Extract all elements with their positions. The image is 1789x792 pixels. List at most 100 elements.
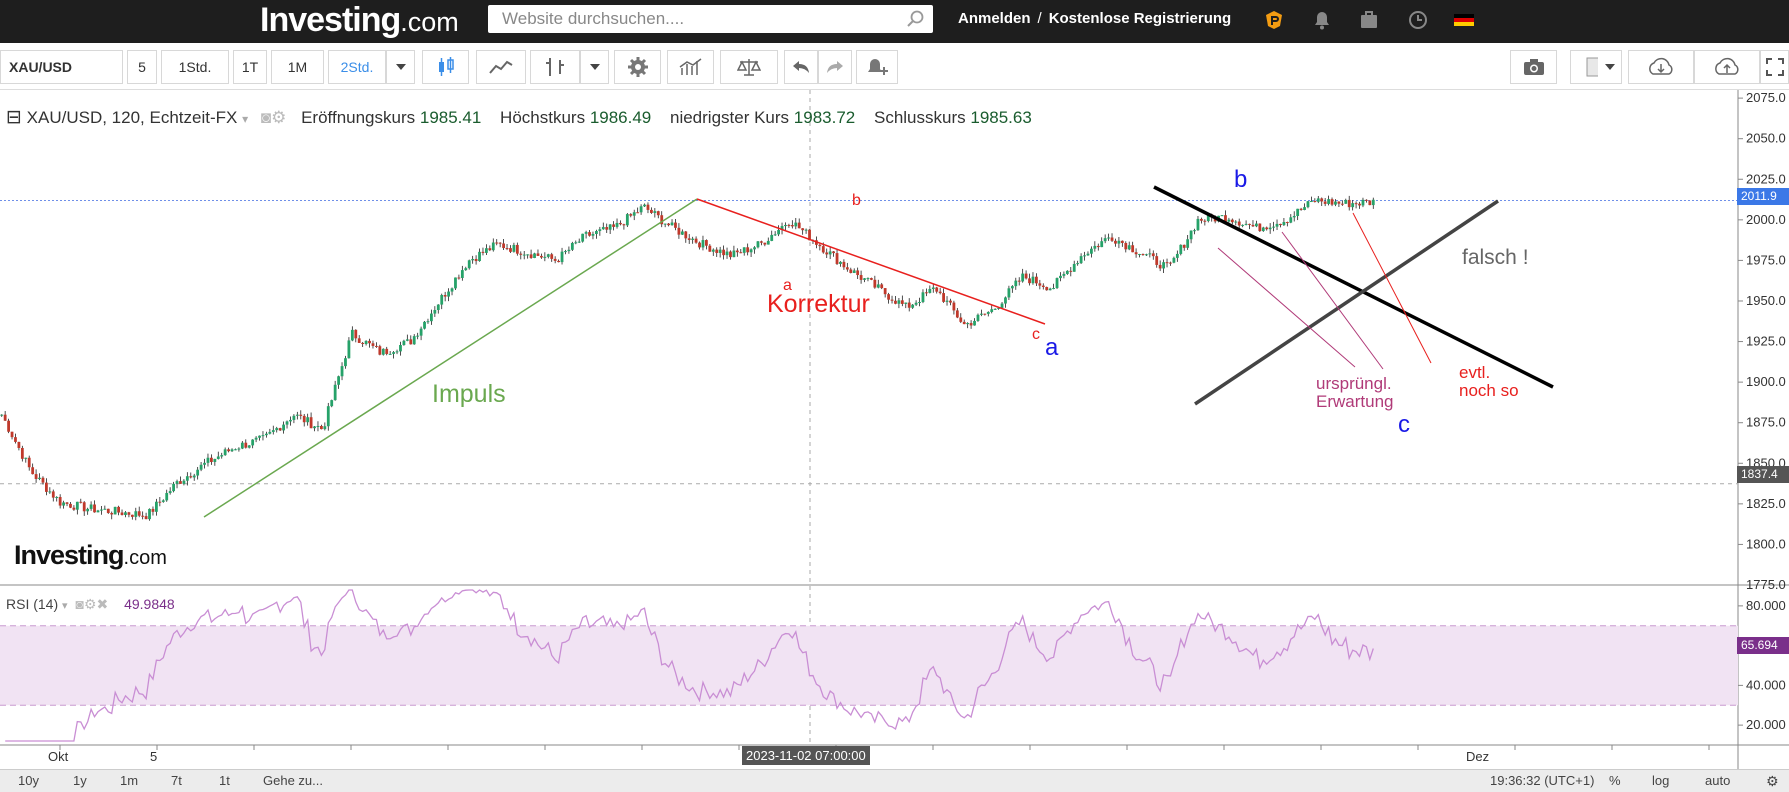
candle-body [309, 417, 313, 429]
candle-body [1275, 223, 1279, 227]
rsi-dropdown-icon[interactable]: ▾ [62, 600, 68, 612]
candle-body [1237, 221, 1241, 226]
candle-body [265, 433, 268, 436]
candle-body [340, 366, 344, 377]
candle-body [818, 244, 822, 247]
candle-body [766, 240, 770, 245]
annotation-impuls: Impuls [432, 380, 506, 408]
candle-body [326, 406, 330, 427]
candle-body [1114, 240, 1117, 244]
time-label-dez: Dez [1466, 749, 1490, 764]
legend-dropdown-icon[interactable]: ▾ [242, 112, 248, 126]
candle-body [430, 313, 433, 322]
candle-body [192, 475, 196, 478]
annotation-evtl-line2: noch so [1459, 381, 1519, 400]
auto-toggle[interactable]: auto [1705, 773, 1730, 788]
candle-body [247, 445, 251, 448]
candle-body [502, 243, 505, 249]
candle-body [89, 504, 93, 509]
candle-body [804, 229, 808, 231]
candle-body [1100, 241, 1104, 248]
bottom-gear-icon[interactable]: ⚙ [1766, 773, 1779, 790]
candle-body [1282, 222, 1286, 226]
candle-body [1351, 203, 1355, 208]
candle-body [1296, 208, 1300, 217]
log-toggle[interactable]: log [1652, 773, 1669, 788]
candle-body [295, 414, 299, 416]
annotation-evtl: evtl. noch so [1459, 364, 1519, 400]
candle-body [1024, 273, 1028, 279]
candle-body [629, 214, 633, 216]
candle-body [1151, 253, 1155, 257]
candle-body [756, 241, 760, 248]
range-1m[interactable]: 1m [120, 773, 138, 788]
candle-body [536, 253, 540, 256]
collapse-icon[interactable]: ⊟ [6, 107, 22, 128]
candle-body [650, 209, 653, 213]
candle-body [254, 437, 258, 440]
candle-body [543, 256, 547, 258]
price-tick-label: 1800.0 [1746, 536, 1786, 551]
percent-toggle[interactable]: % [1609, 773, 1621, 788]
candle-body [436, 304, 440, 311]
candle-body [213, 458, 217, 462]
candle-body [289, 419, 292, 422]
candle-body [1323, 201, 1327, 204]
candle-body [1234, 221, 1238, 223]
range-1y[interactable]: 1y [73, 773, 87, 788]
candle-body [1255, 223, 1258, 227]
candle-body [1179, 244, 1183, 254]
candle-body [210, 457, 213, 462]
candle-body [993, 308, 997, 310]
candle-body [680, 231, 684, 235]
candle-body [62, 502, 65, 506]
candle-body [625, 214, 629, 226]
candle-body [488, 248, 492, 251]
candle-body [925, 292, 928, 294]
candle-body [522, 254, 526, 256]
candle-body [65, 502, 69, 504]
candle-body [509, 248, 512, 252]
candle-body [955, 310, 959, 318]
annotation-evtl-line1: evtl. [1459, 363, 1491, 382]
range-7t[interactable]: 7t [171, 773, 182, 788]
candle-body [1193, 230, 1196, 232]
candle-body [1062, 273, 1066, 276]
candle-body [935, 287, 939, 292]
candle-body [876, 284, 880, 288]
candle-body [223, 449, 227, 456]
korrektur-trendline [696, 198, 1046, 325]
range-1t[interactable]: 1t [219, 773, 230, 788]
rsi-settings-icons[interactable]: ◙⚙✖ [75, 596, 108, 612]
candle-body [399, 345, 402, 352]
candle-body [17, 441, 21, 448]
candle-body [1014, 280, 1018, 287]
candle-body [1354, 203, 1358, 205]
candle-body [285, 421, 289, 425]
candle-body [928, 288, 932, 293]
price-tick-label: 1925.0 [1746, 334, 1786, 349]
candle-body [701, 240, 705, 248]
candle-body [292, 415, 296, 420]
candle-body [918, 302, 921, 304]
candle-body [550, 254, 554, 259]
candle-body [832, 251, 835, 254]
candle-body [540, 255, 543, 258]
goto-button[interactable]: Gehe zu... [263, 773, 323, 788]
close-label: Schlusskurs [873, 108, 966, 127]
annotation-wave-b-red: b [852, 192, 861, 209]
candle-body [900, 300, 904, 304]
legend-settings-icons[interactable]: ◙⚙ [261, 108, 287, 127]
candle-body [275, 428, 279, 431]
rsi-band [0, 625, 1738, 706]
candle-body [1124, 242, 1128, 250]
candle-body [1076, 263, 1080, 265]
range-10y[interactable]: 10y [18, 773, 39, 788]
candle-body [746, 247, 750, 253]
candle-body [952, 302, 956, 311]
candle-body [268, 431, 272, 434]
candle-body [591, 233, 595, 236]
candle-body [31, 467, 35, 475]
price-tick-label: 1875.0 [1746, 415, 1786, 430]
main-legend: ⊟ XAU/USD, 120, Echtzeit-FX ▾ ◙⚙ Eröffnu… [6, 106, 1046, 129]
